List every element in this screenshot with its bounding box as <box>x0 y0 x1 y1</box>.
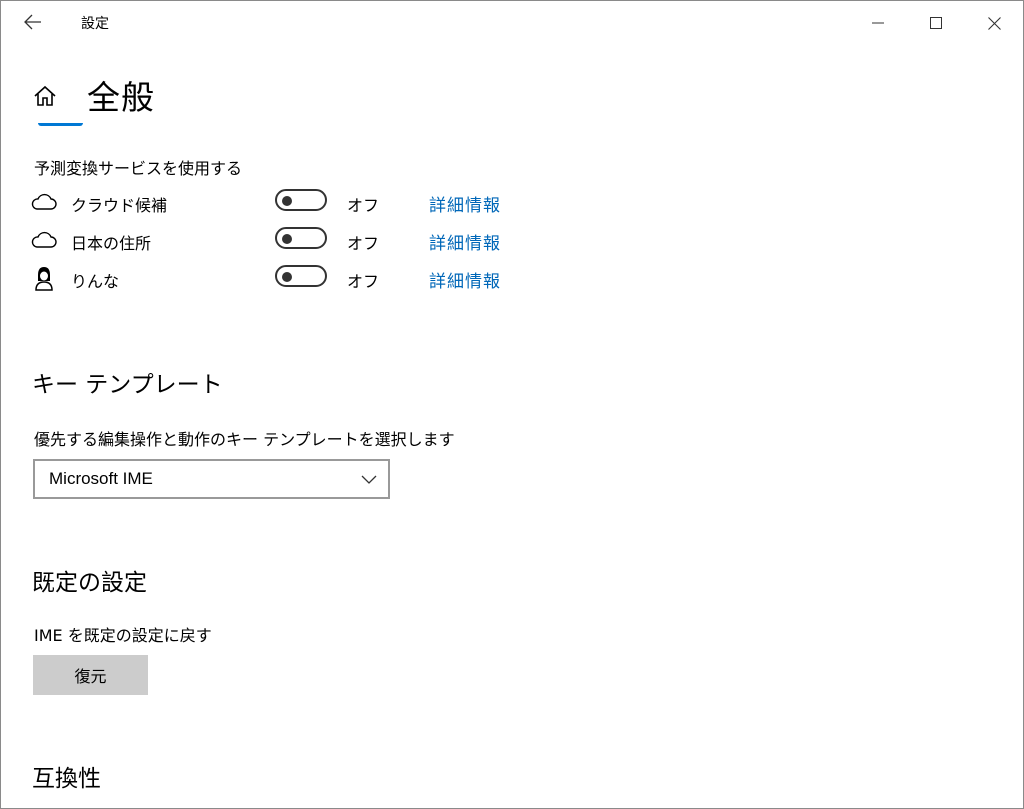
defaults-label: IME を既定の設定に戻す <box>34 626 212 645</box>
key-template-dropdown[interactable]: Microsoft IME <box>33 459 390 499</box>
close-icon <box>987 16 1001 30</box>
cloud-icon <box>31 189 57 215</box>
close-button[interactable] <box>965 1 1023 45</box>
title-bar: 設定 <box>1 1 1023 45</box>
maximize-button[interactable] <box>907 1 965 45</box>
prediction-row-address: 日本の住所 オフ 詳細情報 <box>31 225 551 255</box>
home-icon <box>34 85 56 106</box>
page-title: 全般 <box>87 78 155 117</box>
back-button[interactable] <box>19 9 47 35</box>
toggle-state-text: オフ <box>347 196 380 215</box>
defaults-heading: 既定の設定 <box>32 570 147 596</box>
prediction-section-label: 予測変換サービスを使用する <box>34 159 243 178</box>
settings-window: 設定 全般 予測変換サービスを使用する クラウド候補 オフ 詳細情報 日本の住所… <box>0 0 1024 809</box>
cloud-icon <box>31 227 57 253</box>
restore-button[interactable]: 復元 <box>33 655 148 695</box>
japan-address-toggle[interactable] <box>275 227 327 249</box>
toggle-state-text: オフ <box>347 234 380 253</box>
cloud-candidates-toggle[interactable] <box>275 189 327 211</box>
more-info-link[interactable]: 詳細情報 <box>429 267 501 292</box>
toggle-state-text: オフ <box>347 272 380 291</box>
prediction-item-label: りんな <box>71 272 120 291</box>
toggle-knob <box>282 234 292 244</box>
home-button[interactable] <box>30 81 60 111</box>
prediction-item-label: クラウド候補 <box>71 196 168 215</box>
key-template-label: 優先する編集操作と動作のキー テンプレートを選択します <box>34 430 455 449</box>
key-template-heading: キー テンプレート <box>32 372 223 398</box>
prediction-item-label: 日本の住所 <box>71 234 152 253</box>
window-title: 設定 <box>81 16 109 32</box>
compatibility-heading: 互換性 <box>32 766 101 792</box>
prediction-row-rinna: りんな オフ 詳細情報 <box>31 263 551 293</box>
rinna-icon <box>31 265 57 291</box>
rinna-toggle[interactable] <box>275 265 327 287</box>
toggle-knob <box>282 272 292 282</box>
dropdown-selected-value: Microsoft IME <box>49 469 153 488</box>
minimize-icon <box>872 22 884 24</box>
scroll-position-indicator <box>38 123 83 126</box>
chevron-down-icon <box>360 471 378 487</box>
back-arrow-icon <box>24 14 41 30</box>
prediction-row-cloud: クラウド候補 オフ 詳細情報 <box>31 187 551 217</box>
more-info-link[interactable]: 詳細情報 <box>429 229 501 254</box>
maximize-icon <box>930 17 942 29</box>
minimize-button[interactable] <box>849 1 907 45</box>
toggle-knob <box>282 196 292 206</box>
more-info-link[interactable]: 詳細情報 <box>429 191 501 216</box>
